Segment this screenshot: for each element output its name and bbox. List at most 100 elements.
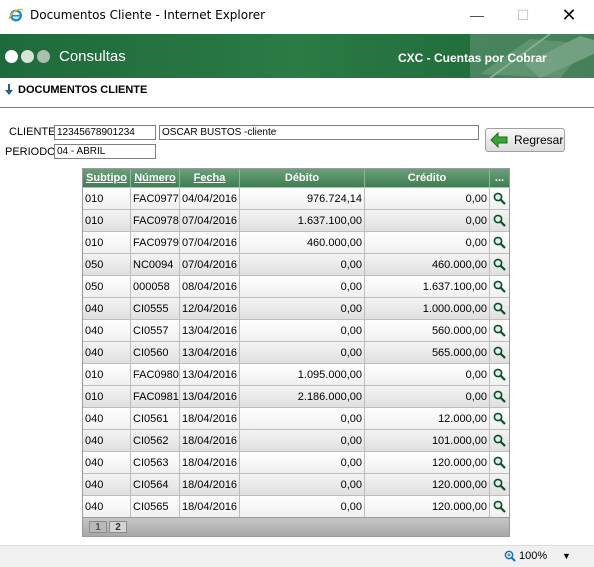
- table-row: 010 FAC0981 13/04/2016 2.186.000,00 0,00: [83, 385, 509, 407]
- maximize-button[interactable]: ☐: [500, 0, 546, 30]
- cell-numero: CI0565: [131, 496, 180, 517]
- cliente-code-field[interactable]: 12345678901234: [54, 125, 156, 140]
- zoom-icon: [504, 550, 516, 562]
- cell-fecha: 04/04/2016: [180, 188, 240, 209]
- cell-subtipo: 050: [83, 276, 131, 297]
- magnifier-icon: [493, 214, 506, 227]
- magnifier-icon: [493, 324, 506, 337]
- cell-debito: 0,00: [240, 320, 365, 341]
- magnifier-icon: [493, 192, 506, 205]
- view-document-button[interactable]: [490, 430, 509, 451]
- cell-numero: CI0557: [131, 320, 180, 341]
- view-document-button[interactable]: [490, 408, 509, 429]
- cell-fecha: 13/04/2016: [180, 320, 240, 341]
- table-row: 010 FAC0977 04/04/2016 976.724,14 0,00: [83, 187, 509, 209]
- cell-credito: 0,00: [365, 364, 490, 385]
- cell-numero: 000058: [131, 276, 180, 297]
- cell-fecha: 18/04/2016: [180, 474, 240, 495]
- cell-fecha: 13/04/2016: [180, 342, 240, 363]
- cell-credito: 460.000,00: [365, 254, 490, 275]
- view-document-button[interactable]: [490, 298, 509, 319]
- cell-credito: 1.000.000,00: [365, 298, 490, 319]
- zoom-dropdown-icon[interactable]: ▼: [562, 551, 571, 561]
- cell-debito: 460.000,00: [240, 232, 365, 253]
- header-subtipo[interactable]: Subtipo: [83, 169, 131, 187]
- view-document-button[interactable]: [490, 474, 509, 495]
- table-row: 040 CI0564 18/04/2016 0,00 120.000,00: [83, 473, 509, 495]
- table-row: 010 FAC0980 13/04/2016 1.095.000,00 0,00: [83, 363, 509, 385]
- view-document-button[interactable]: [490, 254, 509, 275]
- header-debito: Débito: [240, 169, 365, 187]
- cell-credito: 560.000,00: [365, 320, 490, 341]
- cell-subtipo: 010: [83, 210, 131, 231]
- cell-subtipo: 040: [83, 408, 131, 429]
- cell-credito: 1.637.100,00: [365, 276, 490, 297]
- magnifier-icon: [493, 258, 506, 271]
- close-button[interactable]: ✕: [546, 0, 592, 30]
- back-button[interactable]: Regresar: [485, 128, 565, 152]
- header-numero[interactable]: Número: [131, 169, 180, 187]
- table-row: 050 NC0094 07/04/2016 0,00 460.000,00: [83, 253, 509, 275]
- dot-icon: [5, 50, 18, 63]
- cell-debito: 0,00: [240, 276, 365, 297]
- cell-credito: 0,00: [365, 386, 490, 407]
- view-document-button[interactable]: [490, 386, 509, 407]
- cell-subtipo: 010: [83, 386, 131, 407]
- header-fecha[interactable]: Fecha: [180, 169, 240, 187]
- view-document-button[interactable]: [490, 342, 509, 363]
- table-row: 040 CI0565 18/04/2016 0,00 120.000,00: [83, 495, 509, 517]
- cell-credito: 565.000,00: [365, 342, 490, 363]
- cell-debito: 0,00: [240, 452, 365, 473]
- magnifier-icon: [493, 500, 506, 513]
- table-header: Subtipo Número Fecha Débito Crédito ...: [83, 169, 509, 187]
- periodo-field[interactable]: 04 - ABRIL: [54, 144, 156, 159]
- page-1-button[interactable]: 1: [89, 521, 107, 533]
- view-document-button[interactable]: [490, 210, 509, 231]
- view-document-button[interactable]: [490, 452, 509, 473]
- table-row: 010 FAC0979 07/04/2016 460.000,00 0,00: [83, 231, 509, 253]
- cell-numero: CI0564: [131, 474, 180, 495]
- table-row: 040 CI0557 13/04/2016 0,00 560.000,00: [83, 319, 509, 341]
- page-title: DOCUMENTOS CLIENTE: [18, 84, 148, 96]
- cell-debito: 1.095.000,00: [240, 364, 365, 385]
- cell-credito: 0,00: [365, 210, 490, 231]
- view-document-button[interactable]: [490, 320, 509, 341]
- app-title: Consultas: [59, 48, 126, 65]
- cell-credito: 101.000,00: [365, 430, 490, 451]
- table-row: 040 CI0563 18/04/2016 0,00 120.000,00: [83, 451, 509, 473]
- cell-subtipo: 040: [83, 474, 131, 495]
- page-2-button[interactable]: 2: [109, 521, 127, 533]
- view-document-button[interactable]: [490, 364, 509, 385]
- zoom-level: 100%: [519, 550, 548, 562]
- cell-debito: 0,00: [240, 298, 365, 319]
- info-arrow-icon: [5, 84, 13, 95]
- cell-fecha: 18/04/2016: [180, 430, 240, 451]
- minimize-button[interactable]: —: [454, 0, 500, 30]
- header-dots: [5, 50, 50, 63]
- cell-subtipo: 040: [83, 430, 131, 451]
- view-document-button[interactable]: [490, 276, 509, 297]
- view-document-button[interactable]: [490, 232, 509, 253]
- dot-icon: [37, 50, 50, 63]
- cell-debito: 0,00: [240, 254, 365, 275]
- table-row: 040 CI0561 18/04/2016 0,00 12.000,00: [83, 407, 509, 429]
- internet-explorer-icon: [8, 8, 24, 22]
- zoom-control[interactable]: 100%: [504, 550, 547, 562]
- cell-numero: CI0555: [131, 298, 180, 319]
- cell-subtipo: 040: [83, 320, 131, 341]
- view-document-button[interactable]: [490, 496, 509, 517]
- cell-subtipo: 040: [83, 298, 131, 319]
- cell-fecha: 07/04/2016: [180, 210, 240, 231]
- magnifier-icon: [493, 302, 506, 315]
- cliente-name-field[interactable]: OSCAR BUSTOS -cliente: [159, 125, 479, 140]
- window-title: Documentos Cliente - Internet Explorer: [30, 8, 266, 22]
- back-arrow-icon: [490, 132, 508, 148]
- cell-debito: 0,00: [240, 430, 365, 451]
- cell-subtipo: 010: [83, 188, 131, 209]
- cell-subtipo: 040: [83, 452, 131, 473]
- view-document-button[interactable]: [490, 188, 509, 209]
- table-body: 010 FAC0977 04/04/2016 976.724,14 0,00 010 FAC…: [83, 187, 509, 517]
- dot-icon: [21, 50, 34, 63]
- cell-credito: 120.000,00: [365, 452, 490, 473]
- magnifier-icon: [493, 412, 506, 425]
